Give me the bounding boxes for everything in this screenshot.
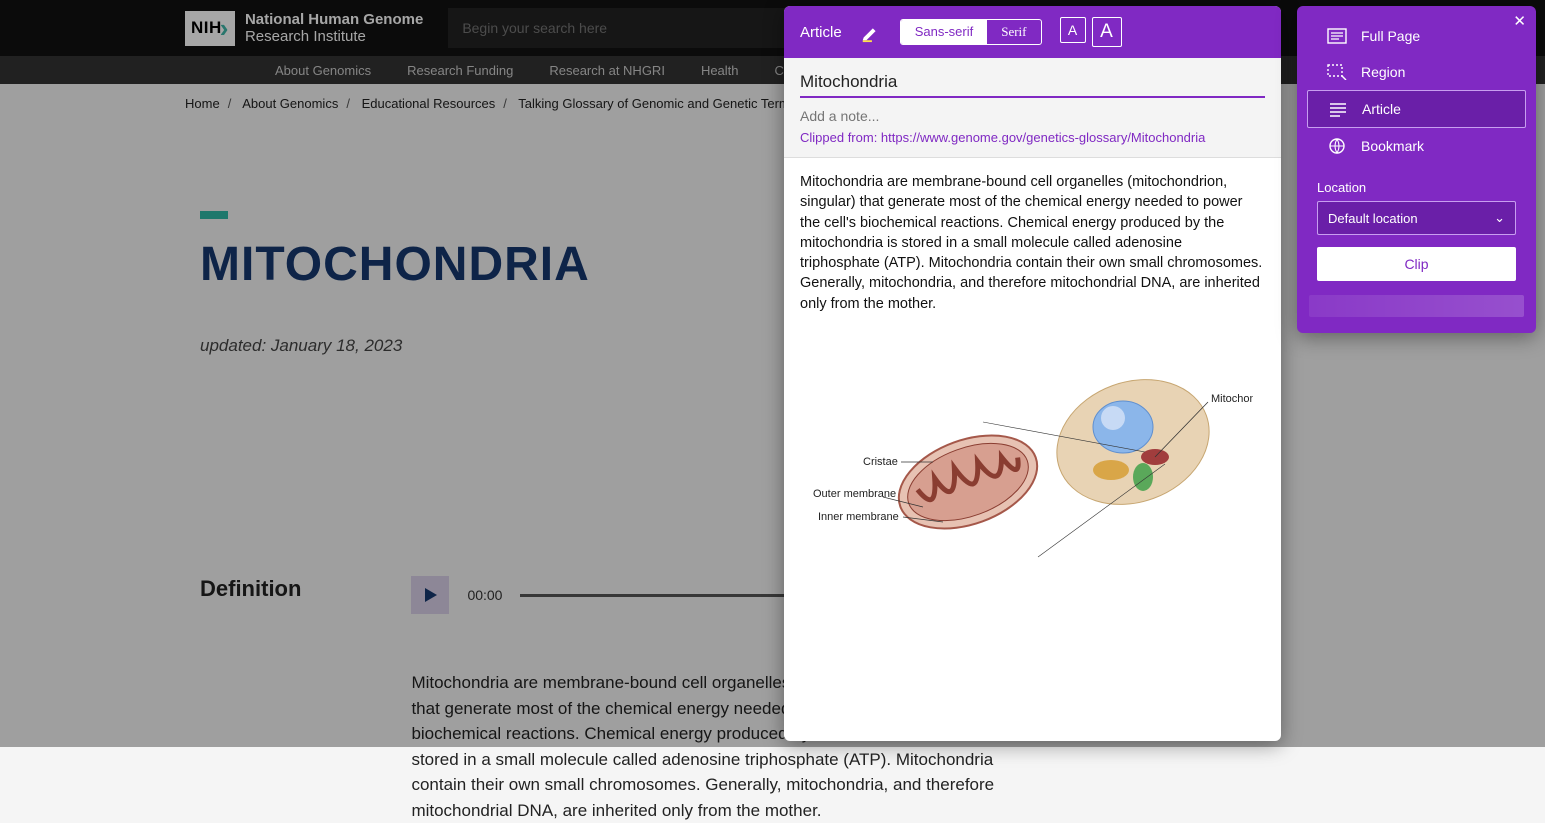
clip-title-input[interactable] [800,68,1265,98]
region-icon [1327,64,1347,80]
font-serif-button[interactable]: Serif [987,20,1040,44]
highlighter-tool[interactable] [860,21,882,43]
mode-article[interactable]: Article [1307,90,1526,128]
clip-article-body: Mitochondria are membrane-bound cell org… [784,158,1281,586]
close-button[interactable]: ✕ [1513,12,1526,30]
highlighter-icon [860,21,882,43]
mode-label: Bookmark [1361,138,1424,154]
clip-sidebar-panel: ✕ Full Page Region Article Bookmark Loca… [1297,6,1536,333]
full-page-icon [1327,28,1347,44]
mode-label: Region [1361,64,1405,80]
font-toggle: Sans-serif Serif [900,19,1042,45]
figure-label-outer: Outer membrane [813,488,896,500]
font-sans-button[interactable]: Sans-serif [901,20,988,44]
mode-region[interactable]: Region [1307,54,1526,90]
toolbar-article-label: Article [800,24,842,41]
clip-body-text: Mitochondria are membrane-bound cell org… [800,172,1265,314]
clip-toolbar: Article Sans-serif Serif A A [784,6,1281,58]
font-size-small-button[interactable]: A [1060,17,1086,43]
mode-bookmark[interactable]: Bookmark [1307,128,1526,164]
font-size-large-button[interactable]: A [1092,17,1122,47]
clip-source: Clipped from: https://www.genome.gov/gen… [800,130,1265,145]
clip-meta: Clipped from: https://www.genome.gov/gen… [784,58,1281,158]
sidebar-footer [1309,295,1524,317]
location-select[interactable]: Default location ⌄ [1317,201,1516,235]
figure-label-mito: Mitochondria [1211,393,1253,405]
mode-label: Article [1362,101,1401,117]
bookmark-icon [1327,138,1347,154]
font-size-group: A A [1060,17,1122,47]
location-value: Default location [1328,211,1418,226]
figure-label-cristae: Cristae [863,456,898,468]
clip-button[interactable]: Clip [1317,247,1516,281]
mode-label: Full Page [1361,28,1420,44]
mode-full-page[interactable]: Full Page [1307,18,1526,54]
article-icon [1328,101,1348,117]
figure-label-inner: Inner membrane [818,511,899,523]
chevron-down-icon: ⌄ [1494,210,1505,226]
location-label: Location [1297,164,1536,201]
clip-note-input[interactable] [800,98,1265,130]
mitochondria-figure: Mitochondria Cristae Outer membrane Inne… [800,332,1265,572]
clip-preview-panel: Article Sans-serif Serif A A Clipped fro… [784,6,1281,741]
